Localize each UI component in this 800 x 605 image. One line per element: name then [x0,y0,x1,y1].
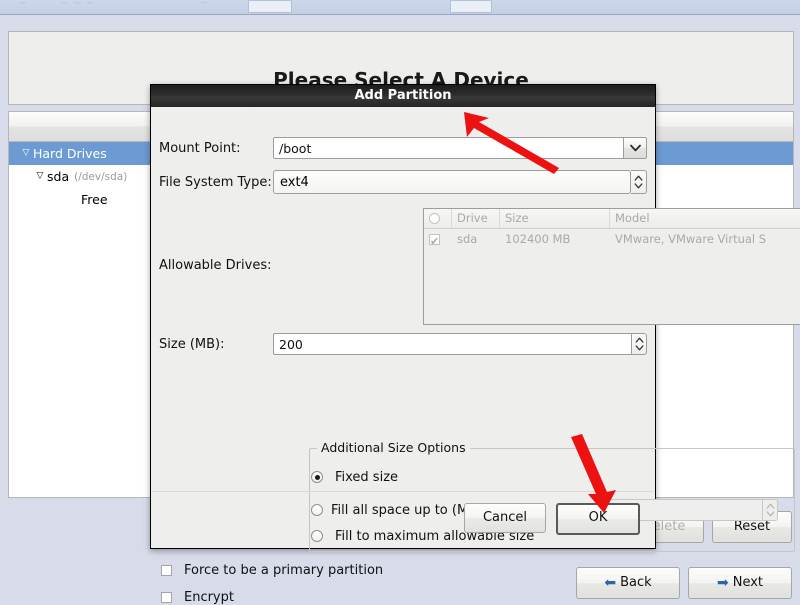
table-row[interactable]: sda 102400 MB VMware, VMware Virtual S [424,229,800,252]
toolbar-ghost-box-1 [248,0,292,13]
next-button[interactable]: ➡ Next [688,567,792,599]
checkbox-encrypt-indicator[interactable] [161,592,172,603]
radio-fixed-size-indicator[interactable] [311,471,323,483]
tree-item-label: Free [81,192,108,207]
size-spinner-icon[interactable] [632,333,647,355]
tree-item-sublabel: (/dev/sda) [74,170,128,183]
drive-row-checkbox[interactable] [429,232,440,252]
size-field[interactable]: 200 [273,333,632,355]
twisty-expanded-icon[interactable]: ▽ [19,149,33,158]
size-label: Size (MB): [159,336,225,352]
cut-off-toolbar: ~ ~ ~ ~ ~ [0,0,800,15]
tree-item-label: sda [47,169,70,184]
right-arrow-icon: ➡ [716,575,729,591]
checkbox-encrypt-label: Encrypt [183,590,234,605]
checkbox-force-primary[interactable]: Force to be a primary partition [161,562,383,578]
drives-header-drive[interactable]: Drive [452,209,500,228]
mount-point-combo[interactable]: /boot [273,137,647,159]
left-arrow-icon: ⬅ [604,575,617,591]
twisty-expanded-icon[interactable]: ▽ [33,172,47,181]
size-spinner[interactable]: 200 [273,333,647,355]
drives-table-header: Drive Size Model [424,209,800,229]
ok-button[interactable]: OK [556,503,640,535]
radio-fill-to-maximum-indicator[interactable] [311,530,323,542]
drive-cell-size: 102400 MB [505,232,571,246]
drives-table-body: sda 102400 MB VMware, VMware Virtual S [424,229,800,252]
drive-cell-name: sda [457,232,478,246]
radio-fixed-size[interactable]: Fixed size [311,469,398,485]
back-button-label: Back [620,575,652,590]
additional-size-options-legend: Additional Size Options [317,440,470,455]
file-system-type-label: File System Type: [159,174,272,190]
drive-cell-model: VMware, VMware Virtual S [615,232,767,246]
drives-header-select[interactable] [424,209,452,228]
back-button[interactable]: ⬅ Back [576,567,680,599]
tree-item-label: Hard Drives [33,146,107,161]
fill-all-space-spinner-icon[interactable] [763,499,778,521]
toolbar-ghost-box-2 [450,0,492,13]
checkbox-force-primary-indicator[interactable] [161,565,172,576]
checkbox-force-primary-label: Force to be a primary partition [183,563,384,578]
next-button-label: Next [732,575,764,590]
file-system-type-spinner-icon[interactable] [631,170,647,194]
file-system-type-value[interactable]: ext4 [273,170,631,194]
select-all-checkbox[interactable] [429,213,440,224]
drives-header-model[interactable]: Model [610,209,795,228]
file-system-type-combo[interactable]: ext4 [273,170,647,194]
radio-fill-all-space-indicator[interactable] [311,504,323,516]
dialog-separator [152,491,654,492]
chevron-down-icon[interactable] [624,137,647,159]
drives-header-size[interactable]: Size [500,209,610,228]
navigation-button-row: ⬅ Back ➡ Next [568,567,792,599]
dialog-button-row: Cancel OK [464,503,640,535]
mount-point-label: Mount Point: [159,140,241,156]
add-partition-dialog: Add Partition Mount Point: /boot File Sy… [150,84,800,605]
radio-fixed-size-label: Fixed size [334,470,399,485]
mount-point-field[interactable]: /boot [273,137,624,159]
allowable-drives-label: Allowable Drives: [159,258,272,273]
drive-row-checkbox-cell[interactable] [424,229,452,252]
allowable-drives-table[interactable]: Drive Size Model sda 102400 MB VMware, VMw… [423,208,800,325]
dialog-titlebar: Add Partition [151,85,655,107]
cancel-button[interactable]: Cancel [464,503,546,533]
checkbox-encrypt[interactable]: Encrypt [161,589,234,605]
